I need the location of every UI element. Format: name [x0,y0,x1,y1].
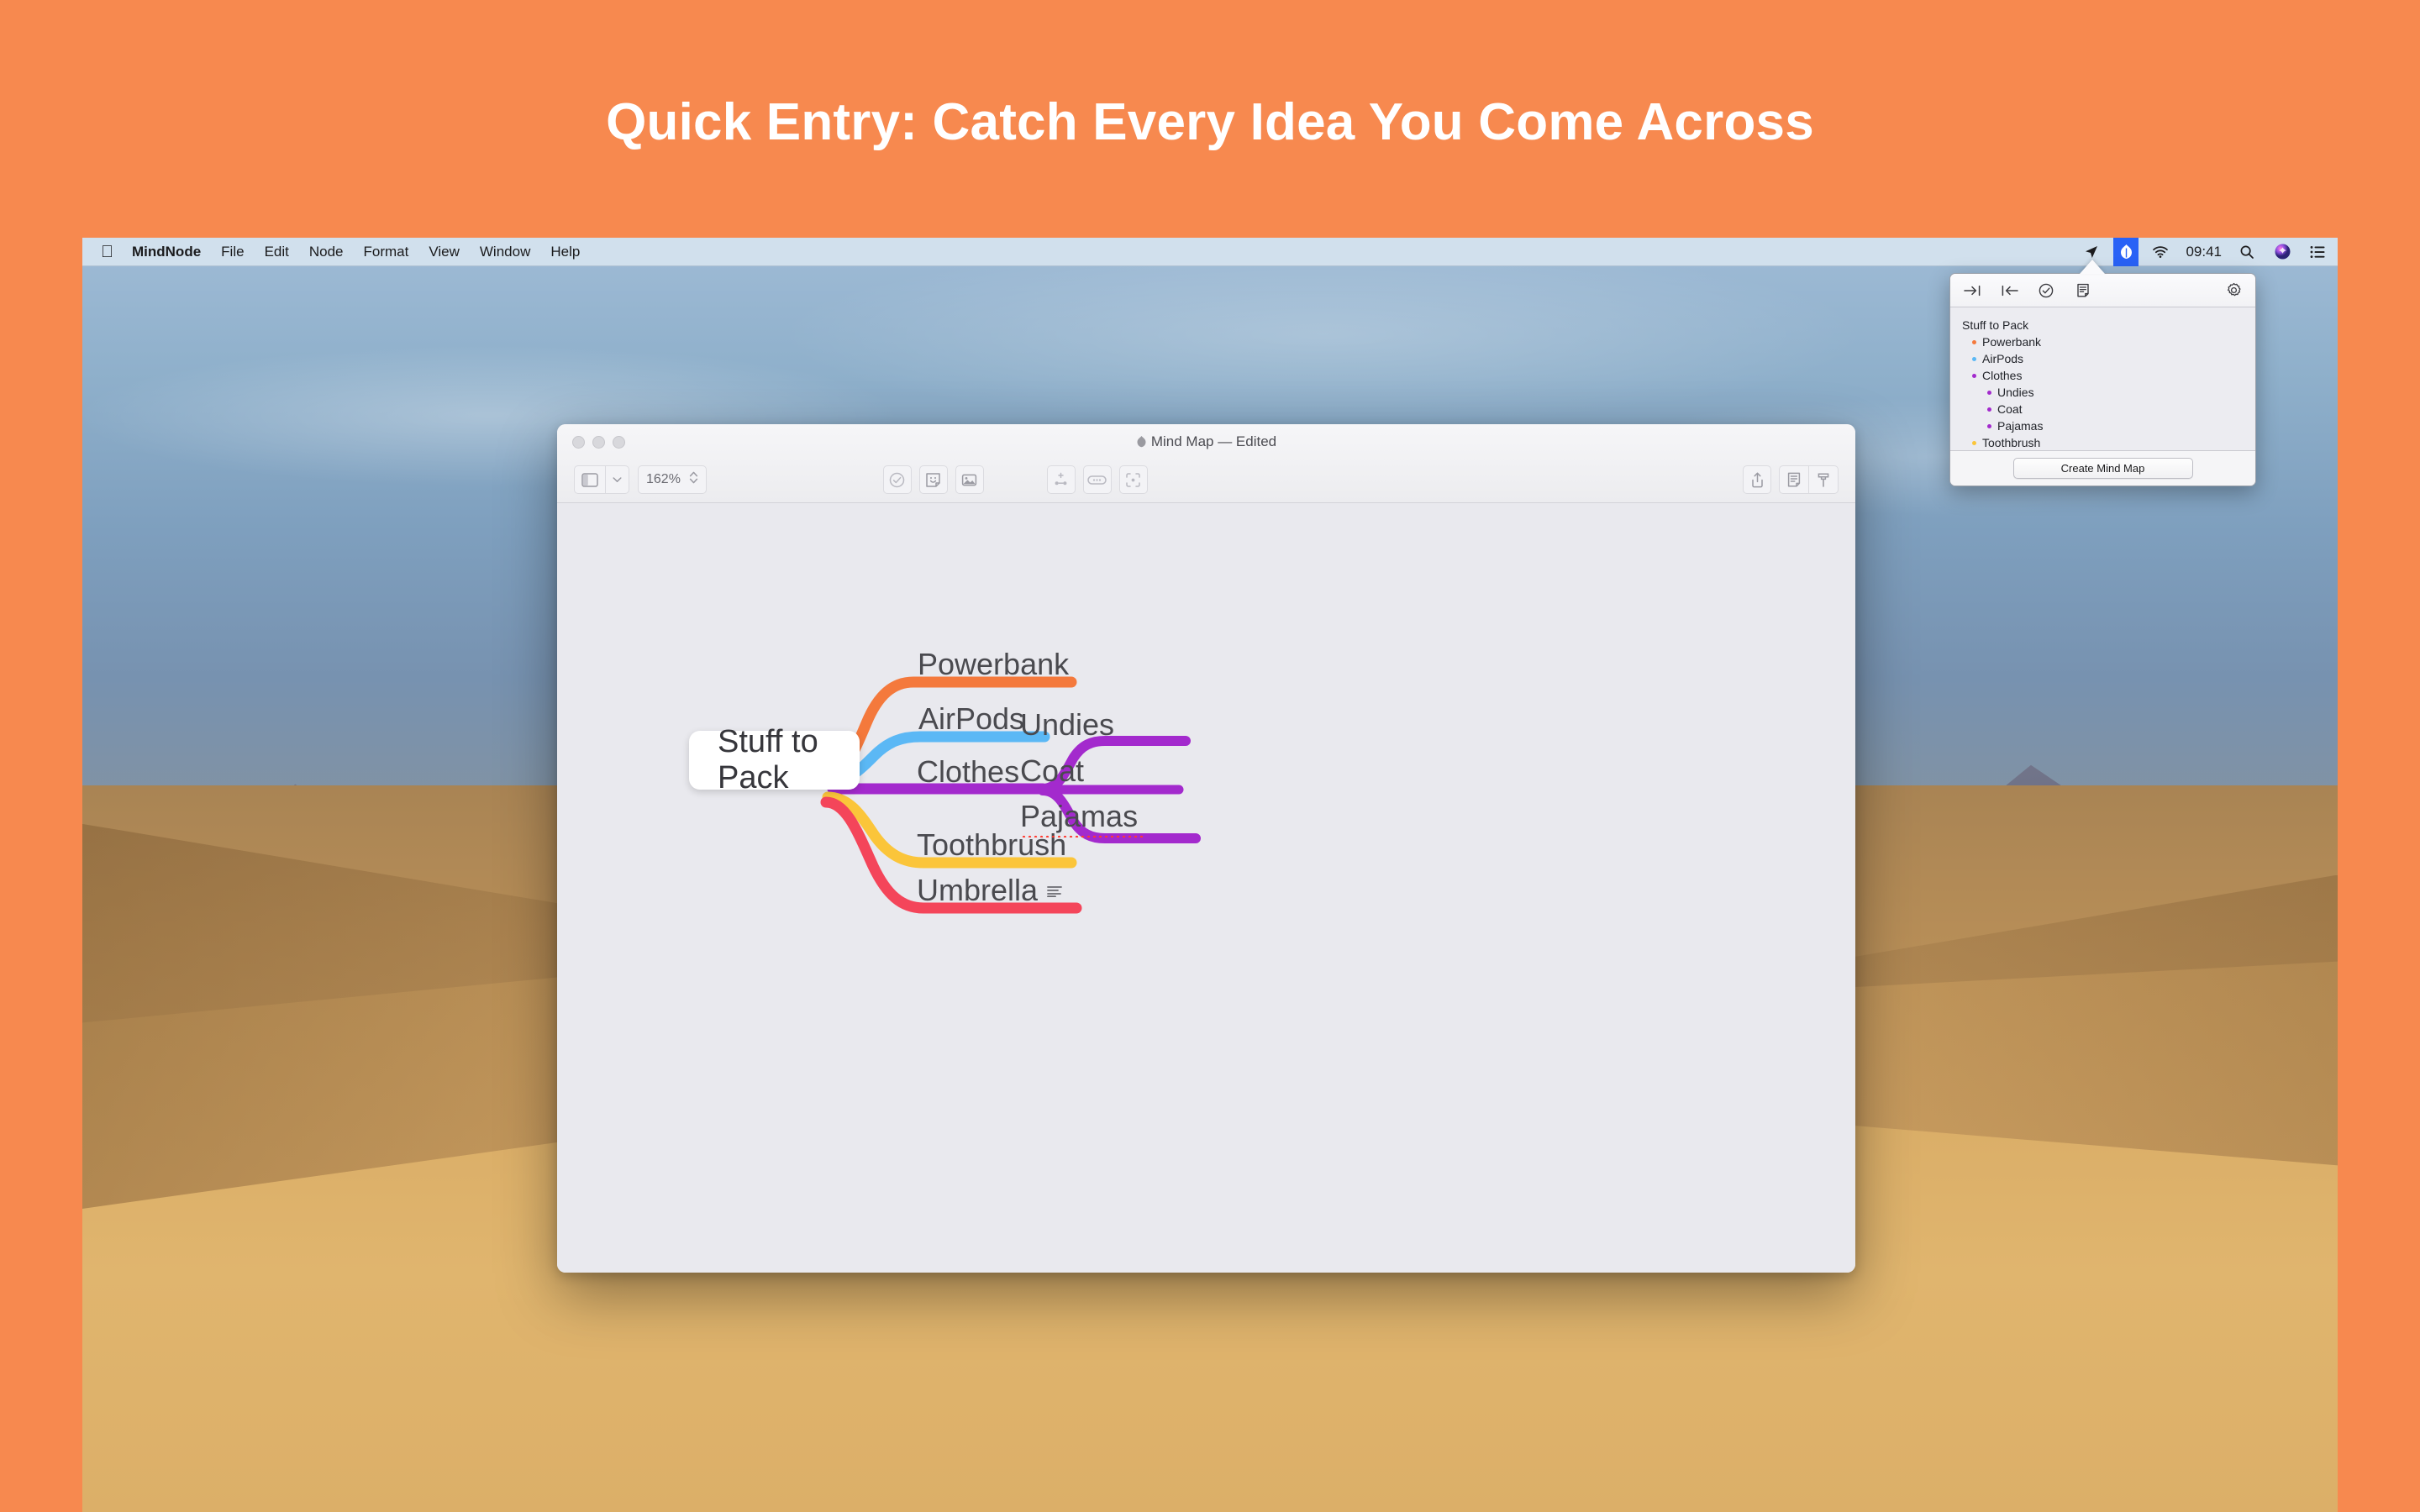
indent-right-icon[interactable] [1963,281,1981,300]
bullet-dot [1987,407,1991,412]
node-airpods-label: AirPods [918,701,1025,736]
window-title-bar[interactable]: Mind Map — Edited 162% [557,424,1855,503]
mind-map-canvas[interactable]: Stuff to Pack Powerbank AirPods Clothes … [557,503,1855,1273]
outline-row-airpods[interactable]: AirPods [1950,350,2255,367]
sidebar-toggle-icon[interactable] [575,466,605,493]
checkmark-circle-icon[interactable] [2037,281,2055,300]
menu-item-view[interactable]: View [429,244,460,260]
mindnode-document-icon [1136,435,1147,449]
menu-bar-clock[interactable]: 09:41 [2186,244,2222,260]
menu-item-node[interactable]: Node [309,244,344,260]
quick-entry-outline-list[interactable]: Stuff to Pack Powerbank AirPods Clothes … [1950,307,2255,450]
outline-row-pajamas[interactable]: Pajamas [1950,417,2255,434]
central-node-label: Stuff to Pack [718,724,818,795]
bullet-dot [1987,423,1991,428]
outline-row-label: Toothbrush [1982,436,2041,449]
outline-row-label: Pajamas [1997,419,2044,433]
node-powerbank-label: Powerbank [918,647,1070,681]
window-title-text: Mind Map — Edited [1150,433,1277,449]
menu-item-format[interactable]: Format [364,244,409,260]
popover-arrow [2080,260,2105,274]
mind-map-branches [820,676,1201,914]
mindnode-document-window: Mind Map — Edited 162% Stuff to Pack Pow… [557,424,1855,1273]
outline-row-clothes[interactable]: Clothes [1950,367,2255,384]
node-umbrella[interactable]: Umbrella [917,873,1038,908]
outline-row-label: Clothes [1982,369,2023,382]
outline-row-coat[interactable]: Coat [1950,401,2255,417]
apple-menu-icon[interactable]:  [101,244,113,260]
wifi-icon[interactable] [2150,243,2170,261]
sticker-smiley-icon[interactable] [918,465,948,494]
stepper-up-down-icon[interactable] [689,470,698,489]
quick-entry-popover: Stuff to Pack Powerbank AirPods Clothes … [1949,273,2256,486]
add-child-node-icon[interactable] [1046,465,1076,494]
node-coat[interactable]: Coat [1020,753,1084,789]
location-arrow-icon[interactable] [2081,243,2102,261]
sidebar-toggle-group[interactable] [574,465,629,494]
spotlight-search-icon[interactable] [2237,243,2257,261]
desktop-screen:  MindNode File Edit Node Format View Wi… [82,238,2338,1512]
checkmark-circle-icon[interactable] [882,465,912,494]
node-toolbar-group [1046,465,1155,494]
note-document-icon[interactable] [2074,281,2092,300]
zoom-level-value: 162% [646,472,681,486]
node-coat-label: Coat [1020,753,1085,788]
zoom-level-field[interactable]: 162% [638,465,707,494]
chevron-down-icon[interactable] [605,466,629,493]
menu-item-mindnode[interactable]: MindNode [132,244,201,260]
outline-row-label: Coat [1997,402,2023,416]
node-undies-label: Undies [1020,707,1115,742]
create-mind-map-button[interactable]: Create Mind Map [2012,458,2193,479]
menu-item-help[interactable]: Help [550,244,580,260]
outdent-left-icon[interactable] [2000,281,2018,300]
node-undies[interactable]: Undies [1020,707,1114,743]
menu-item-edit[interactable]: Edit [265,244,289,260]
node-powerbank[interactable]: Powerbank [918,647,1069,682]
bullet-dot [1987,390,1991,395]
focus-node-icon[interactable] [1118,465,1148,494]
quick-entry-toolbar [1950,274,2255,307]
notification-center-icon[interactable] [2307,243,2328,261]
headline-text: Quick Entry: Catch Every Idea You Come A… [606,92,1814,151]
share-export-icon[interactable] [1743,465,1771,494]
headline-banner: Quick Entry: Catch Every Idea You Come A… [0,0,2420,244]
node-umbrella-label: Umbrella [917,873,1039,907]
quick-entry-footer: Create Mind Map [1950,450,2255,486]
siri-icon[interactable] [2272,243,2292,261]
document-toolbar: 162% [557,459,1855,500]
mindnode-menu-icon[interactable] [2113,238,2139,266]
inspector-group[interactable] [1779,465,1839,494]
node-note-indicator-icon[interactable] [1047,885,1062,901]
pajamas-spellcheck-underline [1021,834,1144,837]
menu-item-file[interactable]: File [221,244,244,260]
bullet-dot [1972,356,1976,361]
note-document-icon[interactable] [1780,466,1808,493]
outline-row-label: AirPods [1982,352,2024,365]
node-airpods[interactable]: AirPods [918,701,1024,737]
node-pajamas-label: Pajamas [1020,799,1139,833]
paintbrush-inspector-icon[interactable] [1808,466,1838,493]
gear-icon[interactable] [2224,281,2243,300]
node-clothes-label: Clothes [917,754,1020,789]
window-title: Mind Map — Edited [557,433,1855,450]
outline-row-label: Stuff to Pack [1962,318,2029,332]
image-icon[interactable] [955,465,984,494]
outline-row-root[interactable]: Stuff to Pack [1950,317,2255,333]
outline-row-toothbrush[interactable]: Toothbrush [1950,434,2255,450]
outline-row-powerbank[interactable]: Powerbank [1950,333,2255,350]
macos-menu-bar:  MindNode File Edit Node Format View Wi… [82,238,2338,266]
bullet-dot [1972,440,1976,445]
insert-toolbar-group [882,465,992,494]
node-clothes[interactable]: Clothes [917,754,1019,790]
outline-row-label: Undies [1997,386,2034,399]
outline-row-label: Powerbank [1982,335,2042,349]
central-node[interactable]: Stuff to Pack [689,724,860,795]
bullet-dot [1972,373,1976,378]
outline-row-undies[interactable]: Undies [1950,384,2255,401]
bullet-dot [1972,339,1976,344]
connection-icon[interactable] [1082,465,1112,494]
menu-item-window[interactable]: Window [480,244,530,260]
menu-bar-status-area: 09:41 [2081,238,2328,266]
node-pajamas[interactable]: Pajamas [1020,799,1138,834]
